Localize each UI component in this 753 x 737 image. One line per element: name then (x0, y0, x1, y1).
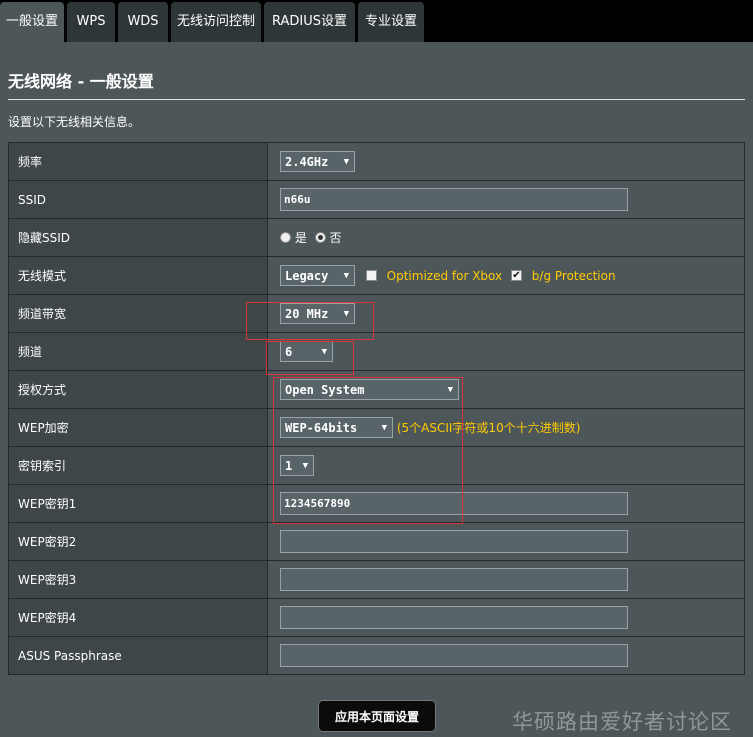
hide-ssid-yes-radio[interactable] (280, 232, 291, 243)
channel-value: 6 (285, 345, 293, 359)
wep-encryption-value: WEP-64bits (285, 421, 358, 435)
chevron-down-icon: ▼ (447, 385, 453, 395)
wep-encryption-hint: (5个ASCII字符或10个十六进制数) (396, 421, 581, 435)
bandwidth-select[interactable]: 20 MHz ▼ (280, 303, 355, 324)
chevron-down-icon: ▼ (381, 423, 387, 433)
wireless-mode-value: Legacy (285, 269, 329, 283)
bandwidth-label: 频道带宽 (8, 294, 268, 333)
hide-ssid-yes-label: 是 (294, 231, 307, 245)
auth-method-select[interactable]: Open System ▼ (280, 379, 459, 400)
key-index-select[interactable]: 1 ▼ (280, 455, 314, 476)
row-band: 频率 2.4GHz ▼ (8, 142, 745, 181)
hide-ssid-no-radio[interactable] (314, 232, 326, 243)
wep-key3-label: WEP密钥3 (8, 560, 268, 599)
band-value: 2.4GHz (285, 155, 329, 169)
hide-ssid-label: 隐藏SSID (8, 218, 268, 257)
row-bandwidth: 频道带宽 20 MHz ▼ (8, 294, 745, 333)
tab-radius[interactable]: RADIUS设置 (264, 2, 355, 42)
chevron-down-icon: ▼ (321, 347, 327, 357)
row-wireless-mode: 无线模式 Legacy ▼ Optimized for Xbox ✔ b/g Pr… (8, 256, 745, 295)
row-wep-key4: WEP密钥4 (8, 598, 745, 637)
hide-ssid-no-label: 否 (329, 231, 342, 245)
chevron-down-icon: ▼ (343, 271, 349, 281)
watermark: 华硕路由爱好者讨论区 (512, 710, 732, 734)
bg-protection-label: b/g Protection (531, 268, 616, 283)
wep-key1-input[interactable]: 1234567890 (280, 492, 628, 515)
row-wep-encryption: WEP加密 WEP-64bits ▼ (5个ASCII字符或10个十六进制数) (8, 408, 745, 447)
row-key-index: 密钥索引 1 ▼ (8, 446, 745, 485)
row-wep-key2: WEP密钥2 (8, 522, 745, 561)
row-wep-key3: WEP密钥3 (8, 560, 745, 599)
ssid-input[interactable]: n66u (280, 188, 628, 211)
apply-settings-button[interactable]: 应用本页面设置 (318, 700, 436, 732)
key-index-label: 密钥索引 (8, 446, 268, 485)
wep-encryption-label: WEP加密 (8, 408, 268, 447)
passphrase-label: ASUS Passphrase (8, 636, 268, 675)
wep-encryption-select[interactable]: WEP-64bits ▼ (280, 417, 393, 438)
wireless-mode-select[interactable]: Legacy ▼ (280, 265, 355, 286)
wep-key2-label: WEP密钥2 (8, 522, 268, 561)
passphrase-input[interactable] (280, 644, 628, 667)
ssid-label: SSID (8, 180, 268, 219)
tab-access-control[interactable]: 无线访问控制 (171, 2, 261, 42)
row-hide-ssid: 隐藏SSID 是 否 (8, 218, 745, 257)
chevron-down-icon: ▼ (302, 461, 308, 471)
bg-protection-checkbox[interactable]: ✔ (510, 270, 522, 281)
settings-table: 频率 2.4GHz ▼ SSID n66u 隐藏SSID 是 否 无线模式 Leg… (8, 142, 745, 675)
wep-key4-input[interactable] (280, 606, 628, 629)
auth-method-label: 授权方式 (8, 370, 268, 409)
auth-method-value: Open System (285, 383, 365, 397)
bandwidth-value: 20 MHz (285, 307, 329, 321)
band-label: 频率 (8, 142, 268, 181)
row-channel: 频道 6 ▼ (8, 332, 745, 371)
band-select[interactable]: 2.4GHz ▼ (280, 151, 355, 172)
tab-general[interactable]: 一般设置 (0, 2, 64, 42)
xbox-checkbox[interactable] (365, 270, 377, 281)
channel-select[interactable]: 6 ▼ (280, 341, 333, 362)
key-index-value: 1 (285, 459, 293, 473)
wep-key4-label: WEP密钥4 (8, 598, 268, 637)
wep-key1-label: WEP密钥1 (8, 484, 268, 523)
wireless-mode-label: 无线模式 (8, 256, 268, 295)
row-wep-key1: WEP密钥1 1234567890 (8, 484, 745, 523)
row-passphrase: ASUS Passphrase (8, 636, 745, 675)
tab-professional[interactable]: 专业设置 (358, 2, 424, 42)
page-description: 设置以下无线相关信息。 (8, 115, 141, 129)
chevron-down-icon: ▼ (343, 309, 349, 319)
xbox-label: Optimized for Xbox (386, 268, 503, 283)
wep-key3-input[interactable] (280, 568, 628, 591)
row-auth-method: 授权方式 Open System ▼ (8, 370, 745, 409)
page-title: 无线网络 - 一般设置 (8, 72, 154, 91)
row-ssid: SSID n66u (8, 180, 745, 219)
tab-wps[interactable]: WPS (67, 2, 115, 42)
wep-key2-input[interactable] (280, 530, 628, 553)
channel-label: 频道 (8, 332, 268, 371)
tab-wds[interactable]: WDS (118, 2, 168, 42)
chevron-down-icon: ▼ (343, 157, 349, 167)
title-divider (8, 99, 745, 100)
